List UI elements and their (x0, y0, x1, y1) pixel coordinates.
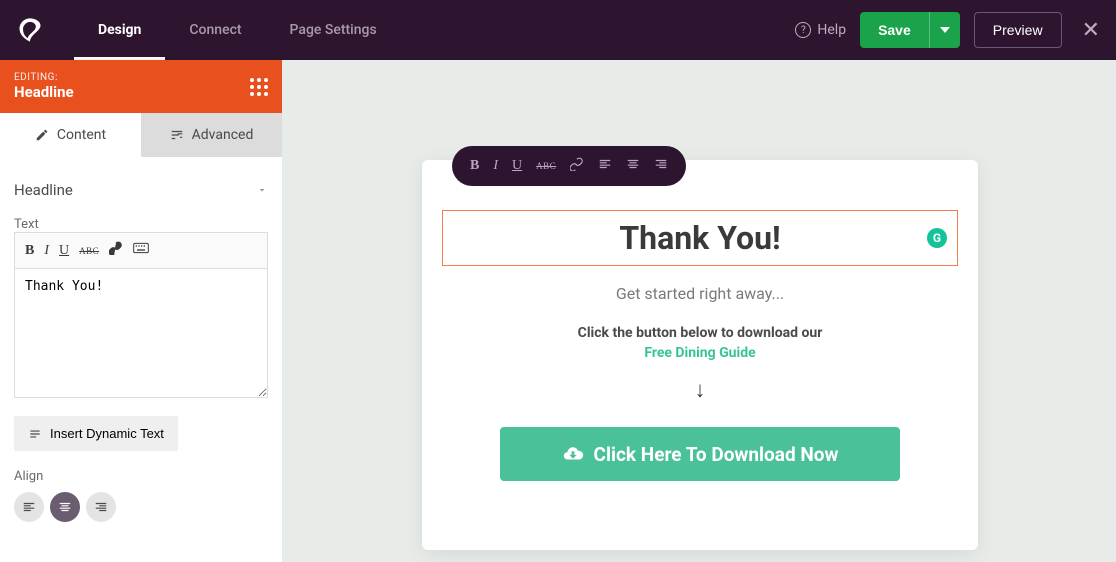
tb-italic-icon[interactable]: I (493, 158, 498, 174)
brand-logo-icon (16, 16, 44, 44)
nav-tabs: Design Connect Page Settings (74, 0, 401, 60)
keyboard-icon[interactable] (133, 242, 149, 259)
strikethrough-icon[interactable]: ABC (79, 246, 99, 256)
align-right-icon (94, 500, 108, 514)
arrow-down-icon: ↓ (442, 377, 958, 403)
accordion-headline[interactable]: Headline (14, 171, 268, 209)
caret-down-icon (940, 27, 950, 33)
instruction-text: Click the button below to download our (442, 325, 958, 341)
sidebar: EDITING: Headline Content Advanced Headl… (0, 60, 282, 562)
align-label: Align (14, 469, 268, 484)
editing-label: EDITING: (14, 72, 74, 83)
bold-icon[interactable]: B (25, 243, 34, 259)
panel-tab-advanced[interactable]: Advanced (141, 113, 282, 157)
help-icon: ? (795, 22, 811, 38)
tb-underline-icon[interactable]: U (512, 158, 522, 174)
editing-banner: EDITING: Headline (0, 60, 282, 113)
floating-text-toolbar: B I U abc (452, 146, 686, 186)
tb-link-icon[interactable] (570, 157, 584, 176)
italic-icon[interactable]: I (44, 243, 49, 259)
pencil-icon (35, 128, 49, 142)
save-dropdown-button[interactable] (929, 12, 960, 48)
accordion-title: Headline (14, 181, 73, 199)
panel-tab-advanced-label: Advanced (192, 127, 254, 143)
text-field-label: Text (14, 217, 268, 232)
headline-block[interactable]: Thank You! G (442, 210, 958, 266)
dynamic-text-icon (28, 427, 42, 441)
align-center-button[interactable] (50, 492, 80, 522)
save-button-group: Save (860, 12, 960, 48)
rte-toolbar: B I U ABC (14, 232, 268, 268)
guide-link[interactable]: Free Dining Guide (442, 345, 958, 361)
sliders-icon (170, 128, 184, 142)
insert-dynamic-text-button[interactable]: Insert Dynamic Text (14, 416, 178, 451)
align-group (14, 492, 268, 522)
tab-page-settings[interactable]: Page Settings (266, 0, 401, 60)
help-link[interactable]: ? Help (795, 22, 846, 38)
tb-align-center-icon[interactable] (626, 157, 640, 176)
underline-icon[interactable]: U (59, 243, 69, 259)
align-left-icon (22, 500, 36, 514)
headline-text: Thank You! (619, 219, 780, 257)
align-center-icon (58, 500, 72, 514)
cta-label: Click Here To Download Now (594, 443, 839, 466)
drag-handle-icon[interactable] (250, 78, 268, 96)
panel-tab-content-label: Content (57, 127, 106, 143)
tb-bold-icon[interactable]: B (470, 158, 479, 174)
grammarly-icon[interactable]: G (927, 228, 947, 248)
editing-title: Headline (14, 83, 74, 101)
panel-tabs: Content Advanced (0, 113, 282, 157)
tb-align-right-icon[interactable] (654, 157, 668, 176)
help-label: Help (817, 22, 846, 38)
cloud-download-icon (562, 443, 584, 465)
canvas: B I U abc Thank You! G Get started right… (282, 60, 1116, 562)
tb-align-left-icon[interactable] (598, 157, 612, 176)
tab-connect[interactable]: Connect (165, 0, 265, 60)
topbar-right: ? Help Save Preview ✕ (795, 12, 1100, 48)
dynamic-text-label: Insert Dynamic Text (50, 426, 164, 441)
link-icon[interactable] (109, 241, 123, 260)
align-left-button[interactable] (14, 492, 44, 522)
subheadline-text: Get started right away... (442, 284, 958, 303)
close-icon[interactable]: ✕ (1082, 18, 1100, 43)
panel-tab-content[interactable]: Content (0, 113, 141, 157)
align-right-button[interactable] (86, 492, 116, 522)
headline-text-input[interactable] (14, 268, 268, 398)
page-card: B I U abc Thank You! G Get started right… (422, 160, 978, 550)
topbar: Design Connect Page Settings ? Help Save… (0, 0, 1116, 60)
save-button[interactable]: Save (860, 12, 929, 48)
tb-strikethrough-icon[interactable]: abc (536, 161, 556, 171)
panel-body: Headline Text B I U ABC Insert Dynamic T… (0, 157, 282, 562)
chevron-down-icon (256, 184, 268, 196)
preview-button[interactable]: Preview (974, 12, 1062, 48)
cta-button[interactable]: Click Here To Download Now (500, 427, 900, 481)
tab-design[interactable]: Design (74, 0, 165, 60)
